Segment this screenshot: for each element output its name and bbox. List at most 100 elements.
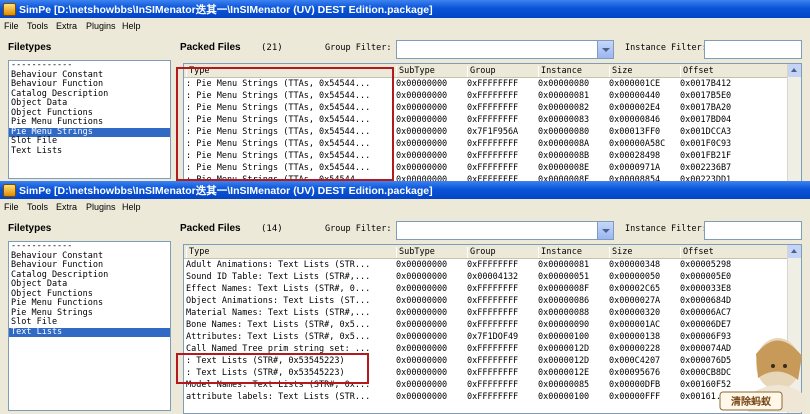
menu-help[interactable]: Help xyxy=(122,202,141,212)
cell-group: 0xFFFFFFFF xyxy=(467,163,519,173)
cell-size: 0x00000320 xyxy=(609,308,661,318)
col-group[interactable]: Group xyxy=(467,66,540,77)
cell-group: 0xFFFFFFFF xyxy=(467,308,519,318)
cell-subtype: 0x00000000 xyxy=(396,368,448,378)
cell-subtype: 0x00000000 xyxy=(396,332,448,342)
cell-instance: 0x00000090 xyxy=(538,320,590,330)
menu-plugins[interactable]: Plugins xyxy=(86,202,116,212)
menu-extra[interactable]: Extra xyxy=(56,21,77,31)
cell-offset: 0x000005E0 xyxy=(680,272,732,282)
cell-instance: 0x0000008F xyxy=(538,175,590,181)
menu-file[interactable]: File xyxy=(4,21,19,31)
cell-instance: 0x0000008A xyxy=(538,139,590,149)
cell-type: Object Animations: Text Lists (ST... xyxy=(186,296,371,306)
menu-help[interactable]: Help xyxy=(122,21,141,31)
cell-size: 0x000001AC xyxy=(609,320,661,330)
filetypes-list[interactable]: ------------ Behaviour Constant Behaviour … xyxy=(8,241,171,411)
cell-group: 0xFFFFFFFF xyxy=(467,115,519,125)
cell-subtype: 0x00000000 xyxy=(396,344,448,354)
group-filter-select[interactable] xyxy=(396,40,614,59)
menu-extra[interactable]: Extra xyxy=(56,202,77,212)
cell-size: 0x00000846 xyxy=(609,115,661,125)
cell-subtype: 0x00000000 xyxy=(396,320,448,330)
chevron-down-icon[interactable] xyxy=(597,222,613,239)
menu-tools[interactable]: Tools xyxy=(27,21,48,31)
highlight-box xyxy=(176,67,394,181)
packed-files-label: Packed Files xyxy=(180,42,241,53)
cell-size: 0x00028498 xyxy=(609,151,661,161)
cell-size: 0x0000027A xyxy=(609,296,661,306)
col-instance[interactable]: Instance xyxy=(538,247,611,258)
instance-filter-input[interactable] xyxy=(704,221,802,240)
cell-group: 0xFFFFFFFF xyxy=(467,260,519,270)
cell-size: 0x000C4207 xyxy=(609,356,661,366)
group-filter-select[interactable] xyxy=(396,221,614,240)
cell-offset: 0x0017B5E0 xyxy=(680,91,732,101)
title-bar[interactable]: SimPe [D:\netshowbbs\InSIMenator迭其一\InSI… xyxy=(0,0,810,18)
filetype-item[interactable]: Text Lists xyxy=(9,327,170,337)
cell-instance: 0x0000008F xyxy=(538,284,590,294)
instance-filter-input[interactable] xyxy=(704,40,802,59)
cell-size: 0x00000FFF xyxy=(609,392,661,402)
cell-group: 0xFFFFFFFF xyxy=(467,139,519,149)
table-row[interactable]: Effect Names: Text Lists (STR#, 0... 0x00… xyxy=(184,283,801,295)
cell-group: 0x7F1F956A xyxy=(467,127,519,137)
cell-size: 0x00000440 xyxy=(609,91,661,101)
menu-file[interactable]: File xyxy=(4,202,19,212)
col-size[interactable]: Size xyxy=(609,66,682,77)
instance-filter-label: Instance Filter: xyxy=(625,224,707,234)
cell-offset: 0x0017BA20 xyxy=(680,103,732,113)
col-subtype[interactable]: SubType xyxy=(396,66,467,77)
table-row[interactable]: Bone Names: Text Lists (STR#, 0x5... 0x00… xyxy=(184,319,801,331)
filetype-item[interactable]: Text Lists xyxy=(9,146,170,157)
table-row[interactable]: Material Names: Text Lists (STR#,... 0x00… xyxy=(184,307,801,319)
packed-files-table[interactable]: Type SubType Group Instance Size Offset … xyxy=(183,244,802,414)
cell-offset: 0x00006AC7 xyxy=(680,308,732,318)
scroll-up-icon[interactable] xyxy=(788,245,801,258)
table-row[interactable]: Attributes: Text Lists (STR#, 0x5... 0x00… xyxy=(184,331,801,343)
menu-plugins[interactable]: Plugins xyxy=(86,21,116,31)
cell-offset: 0x00005298 xyxy=(680,260,732,270)
cell-group: 0xFFFFFFFF xyxy=(467,380,519,390)
vertical-scrollbar[interactable] xyxy=(787,64,801,181)
col-instance[interactable]: Instance xyxy=(538,66,611,77)
col-subtype[interactable]: SubType xyxy=(396,247,467,258)
cell-group: 0x00004132 xyxy=(467,272,519,282)
col-offset[interactable]: Offset xyxy=(680,247,793,258)
cell-group: 0xFFFFFFFF xyxy=(467,356,519,366)
col-size[interactable]: Size xyxy=(609,247,682,258)
col-type[interactable]: Type xyxy=(186,247,394,258)
cell-offset: 0x0000684D xyxy=(680,296,732,306)
table-row[interactable]: Adult Animations: Text Lists (STR... 0x00… xyxy=(184,259,801,271)
cell-offset: 0x000033E8 xyxy=(680,284,732,294)
col-group[interactable]: Group xyxy=(467,247,540,258)
table-row[interactable]: attribute labels: Text Lists (STR... 0x00… xyxy=(184,391,801,403)
cell-group: 0x7F1DOF49 xyxy=(467,332,519,342)
filetypes-list[interactable]: ------------ Behaviour Constant Behaviour … xyxy=(8,60,171,179)
cell-subtype: 0x00000000 xyxy=(396,272,448,282)
mascot-logo: 清除蚂蚁 xyxy=(719,338,806,412)
cell-type: Sound ID Table: Text Lists (STR#,... xyxy=(186,272,371,282)
simpe-window-top: SimPe [D:\netshowbbs\InSIMenator迭其一\InSI… xyxy=(0,0,810,181)
table-row[interactable]: Sound ID Table: Text Lists (STR#,... 0x00… xyxy=(184,271,801,283)
cell-offset: 0x0017BD04 xyxy=(680,115,732,125)
cell-instance: 0x0000008E xyxy=(538,163,590,173)
cell-group: 0xFFFFFFFF xyxy=(467,344,519,354)
cell-subtype: 0x00000000 xyxy=(396,260,448,270)
cell-offset: 0x001FB21F xyxy=(680,151,732,161)
cell-instance: 0x00000086 xyxy=(538,296,590,306)
title-bar[interactable]: SimPe [D:\netshowbbs\InSIMenator迭其一\InSI… xyxy=(0,181,810,199)
cell-subtype: 0x00000000 xyxy=(396,163,448,173)
cell-subtype: 0x00000000 xyxy=(396,284,448,294)
col-offset[interactable]: Offset xyxy=(680,66,793,77)
scroll-up-icon[interactable] xyxy=(788,64,801,77)
cell-instance: 0x00000085 xyxy=(538,380,590,390)
cell-type: Material Names: Text Lists (STR#,... xyxy=(186,308,371,318)
menu-tools[interactable]: Tools xyxy=(27,202,48,212)
chevron-down-icon[interactable] xyxy=(597,41,613,58)
cell-group: 0xFFFFFFFF xyxy=(467,103,519,113)
filetypes-label: Filetypes xyxy=(8,42,52,53)
table-row[interactable]: Object Animations: Text Lists (ST... 0x00… xyxy=(184,295,801,307)
cell-size: 0x000001CE xyxy=(609,79,661,89)
filetypes-label: Filetypes xyxy=(8,223,52,234)
